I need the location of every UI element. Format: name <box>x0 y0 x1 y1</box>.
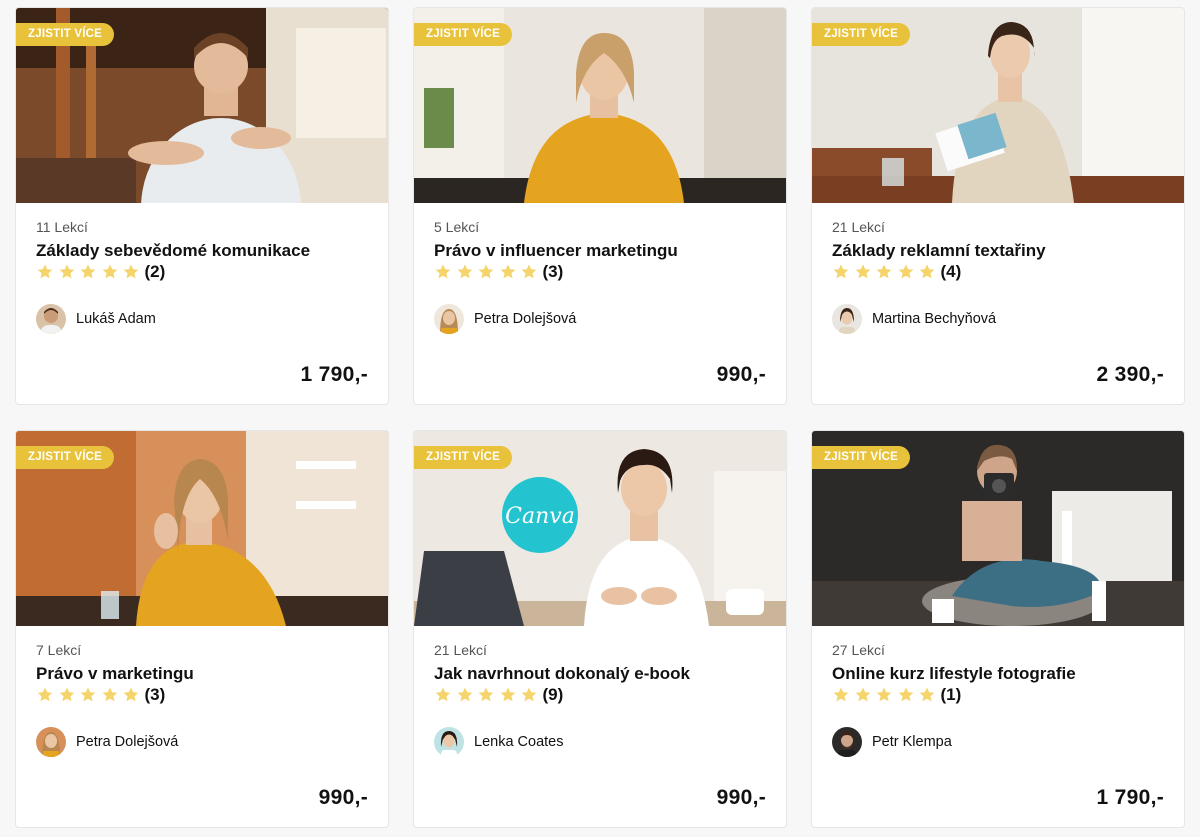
course-author[interactable]: Martina Bechyňová <box>832 304 996 334</box>
star-icon <box>520 686 538 704</box>
author-avatar <box>36 304 66 334</box>
star-icon <box>79 686 97 704</box>
course-title[interactable]: Právo v marketingu <box>36 664 194 684</box>
rating-count: (1) <box>940 685 962 704</box>
course-author[interactable]: Petra Dolejšová <box>36 727 178 757</box>
course-image[interactable]: ZJISTIT VÍCE <box>16 431 388 626</box>
rating-count: (9) <box>542 685 564 704</box>
star-icon <box>477 263 495 281</box>
star-icon <box>918 263 936 281</box>
course-price: 1 790,- <box>1096 786 1164 809</box>
star-icon <box>832 686 850 704</box>
author-name: Lukáš Adam <box>76 311 156 327</box>
course-rating: (1) <box>832 684 961 706</box>
star-icon <box>520 263 538 281</box>
course-price: 990,- <box>716 786 766 809</box>
star-icon <box>434 686 452 704</box>
course-author[interactable]: Lukáš Adam <box>36 304 156 334</box>
author-name: Martina Bechyňová <box>872 311 997 327</box>
lesson-count: 21 Lekcí <box>434 642 487 658</box>
course-price: 990,- <box>318 786 368 809</box>
rating-count: (3) <box>542 262 564 281</box>
star-icon <box>101 686 119 704</box>
star-icon <box>499 686 517 704</box>
course-title[interactable]: Základy reklamní textařiny <box>832 241 1046 261</box>
star-icon <box>897 686 915 704</box>
course-card[interactable]: ZJISTIT VÍCE 5 Lekcí Právo v influencer … <box>413 7 787 405</box>
lesson-count: 7 Lekcí <box>36 642 82 658</box>
course-image[interactable]: ZJISTIT VÍCE <box>414 8 786 203</box>
course-title[interactable]: Online kurz lifestyle fotografie <box>832 664 1076 684</box>
learn-more-badge[interactable]: ZJISTIT VÍCE <box>414 446 512 469</box>
rating-count: (4) <box>940 262 962 281</box>
star-icon <box>854 263 872 281</box>
rating-count: (2) <box>144 262 166 281</box>
course-rating: (9) <box>434 684 563 706</box>
star-icon <box>854 686 872 704</box>
course-author[interactable]: Lenka Coates <box>434 727 563 757</box>
star-icon <box>918 686 936 704</box>
star-icon <box>499 263 517 281</box>
course-grid: ZJISTIT VÍCE 11 Lekcí Základy sebevědomé… <box>0 0 1200 837</box>
lesson-count: 11 Lekcí <box>36 219 88 235</box>
star-icon <box>122 686 140 704</box>
course-title[interactable]: Jak navrhnout dokonalý e-book <box>434 664 690 684</box>
lesson-count: 21 Lekcí <box>832 219 885 235</box>
star-icon <box>897 263 915 281</box>
canva-logo: Canva <box>505 504 575 529</box>
author-name: Petr Klempa <box>872 734 952 750</box>
course-rating: (2) <box>36 261 165 283</box>
course-author[interactable]: Petra Dolejšová <box>434 304 576 334</box>
star-icon <box>101 263 119 281</box>
rating-count: (3) <box>144 685 166 704</box>
course-card[interactable]: ZJISTIT VÍCE 11 Lekcí Základy sebevědomé… <box>15 7 389 405</box>
star-icon <box>434 263 452 281</box>
author-avatar <box>36 727 66 757</box>
star-icon <box>456 686 474 704</box>
course-card[interactable]: ZJISTIT VÍCE 7 Lekcí Právo v marketingu … <box>15 430 389 828</box>
course-title[interactable]: Základy sebevědomé komunikace <box>36 241 310 261</box>
course-price: 2 390,- <box>1096 363 1164 386</box>
course-price: 1 790,- <box>300 363 368 386</box>
course-price: 990,- <box>716 363 766 386</box>
learn-more-badge[interactable]: ZJISTIT VÍCE <box>812 446 910 469</box>
star-icon <box>79 263 97 281</box>
course-image[interactable]: Canva ZJISTIT VÍCE <box>414 431 786 626</box>
course-card[interactable]: Canva ZJISTIT VÍCE 21 Lekcí Jak navrhnou… <box>413 430 787 828</box>
star-icon <box>36 686 54 704</box>
learn-more-badge[interactable]: ZJISTIT VÍCE <box>812 23 910 46</box>
course-rating: (4) <box>832 261 961 283</box>
author-avatar <box>832 304 862 334</box>
star-icon <box>875 263 893 281</box>
lesson-count: 5 Lekcí <box>434 219 480 235</box>
course-card[interactable]: ZJISTIT VÍCE 21 Lekcí Základy reklamní t… <box>811 7 1185 405</box>
learn-more-badge[interactable]: ZJISTIT VÍCE <box>16 23 114 46</box>
star-icon <box>36 263 54 281</box>
author-name: Petra Dolejšová <box>474 311 577 327</box>
course-author[interactable]: Petr Klempa <box>832 727 952 757</box>
learn-more-badge[interactable]: ZJISTIT VÍCE <box>414 23 512 46</box>
star-icon <box>58 686 76 704</box>
learn-more-badge[interactable]: ZJISTIT VÍCE <box>16 446 114 469</box>
course-card[interactable]: ZJISTIT VÍCE 27 Lekcí Online kurz lifest… <box>811 430 1185 828</box>
course-image[interactable]: ZJISTIT VÍCE <box>16 8 388 203</box>
star-icon <box>456 263 474 281</box>
star-icon <box>832 263 850 281</box>
star-icon <box>875 686 893 704</box>
course-image[interactable]: ZJISTIT VÍCE <box>812 431 1184 626</box>
star-icon <box>58 263 76 281</box>
author-avatar <box>832 727 862 757</box>
course-title[interactable]: Právo v influencer marketingu <box>434 241 678 261</box>
course-image[interactable]: ZJISTIT VÍCE <box>812 8 1184 203</box>
lesson-count: 27 Lekcí <box>832 642 885 658</box>
star-icon <box>477 686 495 704</box>
author-name: Petra Dolejšová <box>76 734 179 750</box>
author-avatar <box>434 304 464 334</box>
author-name: Lenka Coates <box>474 734 564 750</box>
star-icon <box>122 263 140 281</box>
course-rating: (3) <box>434 261 563 283</box>
author-avatar <box>434 727 464 757</box>
course-rating: (3) <box>36 684 165 706</box>
